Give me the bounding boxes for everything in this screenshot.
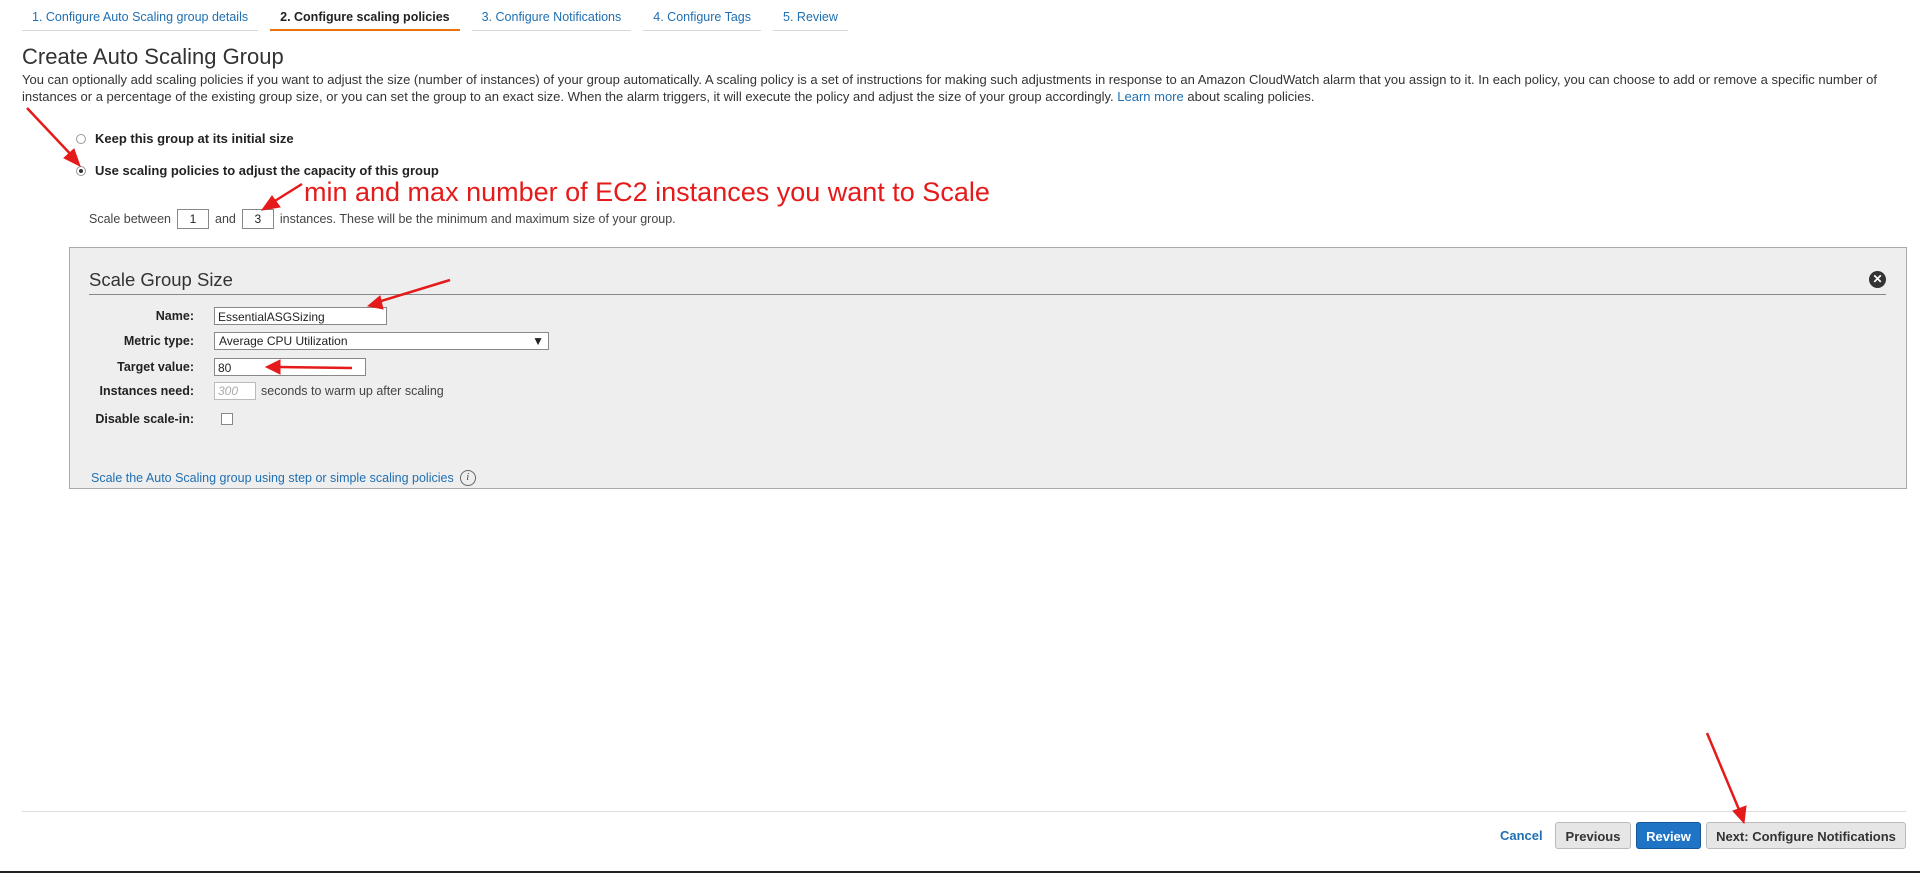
arrow-to-max-input [260,182,303,211]
arrow-to-next-button [1705,732,1747,825]
annotation-arrows [26,107,1747,825]
arrow-to-radio [26,107,81,168]
arrow-to-name-input [366,278,451,310]
arrow-to-target-input [264,359,353,375]
